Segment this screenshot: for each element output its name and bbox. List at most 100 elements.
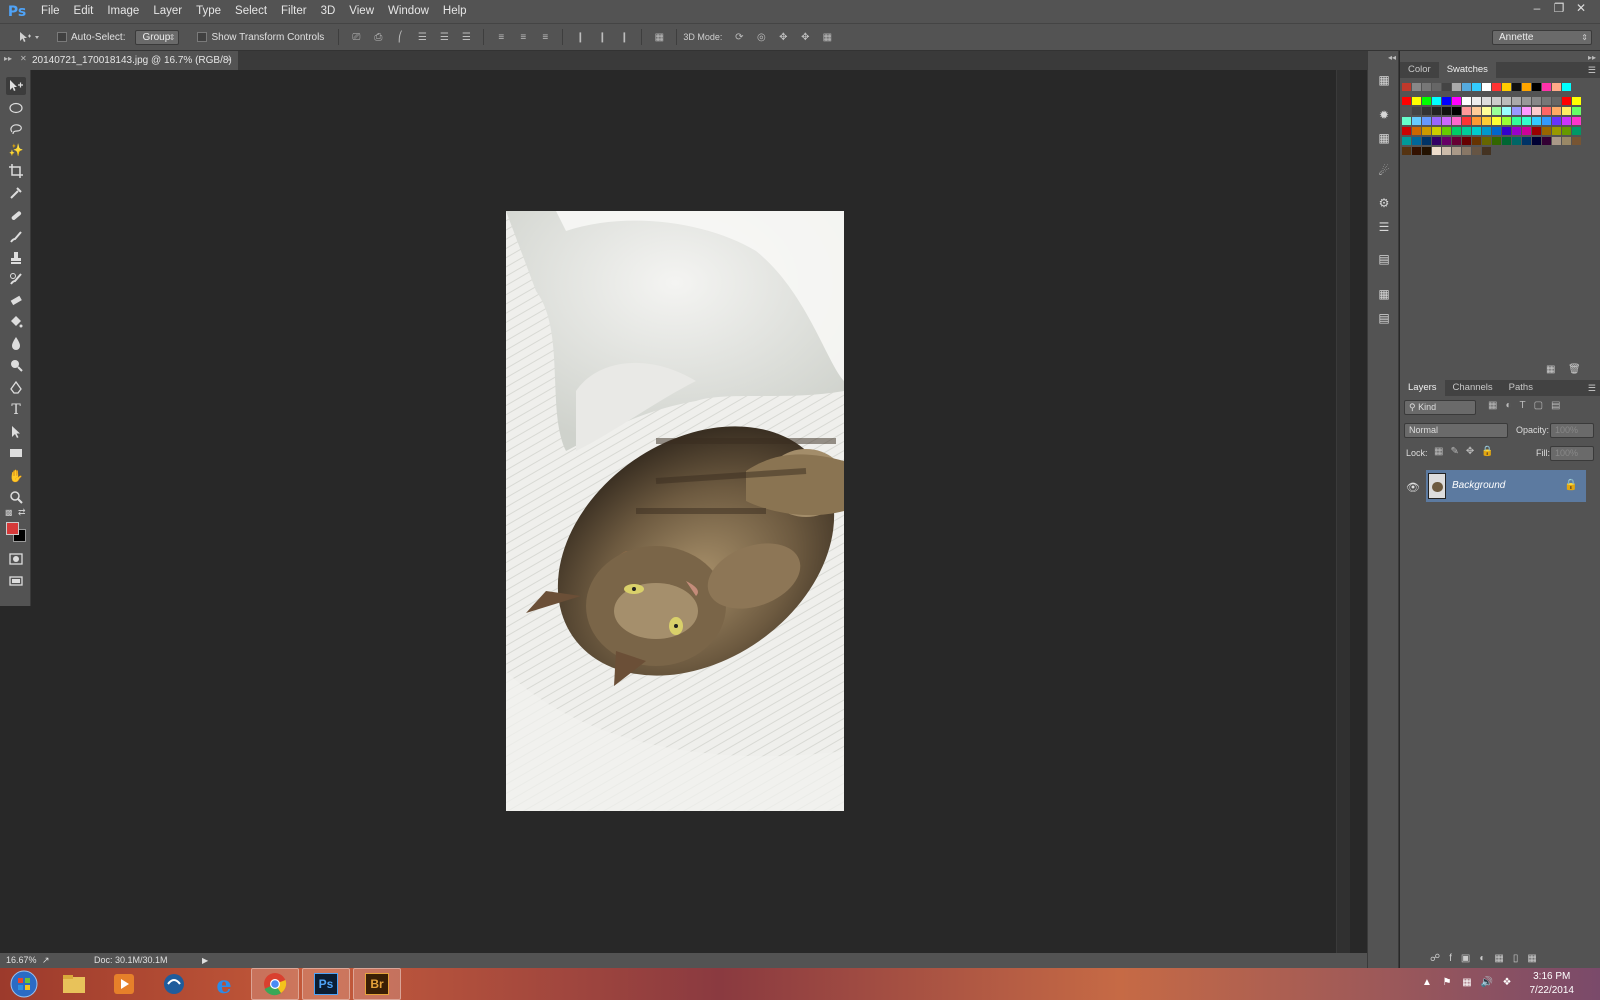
clone-stamp-tool-icon[interactable] [6, 249, 26, 267]
color-swatch[interactable] [1572, 127, 1581, 135]
color-swatch[interactable] [1412, 127, 1421, 135]
color-swatch[interactable] [1552, 137, 1561, 145]
path-selection-tool-icon[interactable] [6, 423, 26, 441]
color-swatch[interactable] [1492, 127, 1501, 135]
zoom-level[interactable]: 16.67% [6, 953, 37, 968]
color-swatch[interactable] [1462, 127, 1471, 135]
panel-menu-icon[interactable]: ☰ [1588, 380, 1596, 396]
collapse-dock-icon[interactable]: ◂◂ [1388, 53, 1396, 62]
color-swatch[interactable] [1402, 117, 1411, 125]
color-swatch[interactable] [1442, 107, 1451, 115]
color-swatch[interactable] [1522, 117, 1531, 125]
rectangle-tool-icon[interactable] [6, 444, 26, 462]
color-swatch[interactable] [1442, 97, 1451, 105]
color-swatch[interactable] [1552, 97, 1561, 105]
align-right-icon[interactable]: ☰ [458, 30, 474, 44]
close-document-icon[interactable]: × [226, 51, 232, 70]
color-swatch[interactable] [1532, 117, 1541, 125]
color-swatch[interactable] [1512, 117, 1521, 125]
color-swatch[interactable] [1472, 97, 1481, 105]
foreground-color-swatch[interactable] [6, 522, 19, 535]
color-swatch[interactable] [1542, 83, 1551, 91]
color-swatch[interactable] [1492, 107, 1501, 115]
menu-layer[interactable]: Layer [146, 0, 189, 23]
align-top-icon[interactable]: ⎚ [348, 30, 364, 44]
color-swatch[interactable] [1422, 147, 1431, 155]
color-swatch[interactable] [1432, 117, 1441, 125]
chrome-icon[interactable] [251, 968, 299, 1000]
notes-panel-icon[interactable]: ▤ [1375, 309, 1393, 327]
close-icon[interactable]: ✕ [1570, 0, 1592, 18]
color-swatch[interactable] [1472, 107, 1481, 115]
lasso-tool-icon[interactable] [6, 120, 26, 138]
minimize-icon[interactable]: – [1526, 0, 1548, 18]
pen-tool-icon[interactable] [6, 379, 26, 397]
color-swatch[interactable] [1452, 107, 1461, 115]
3d-slide-icon[interactable]: ✥ [797, 30, 813, 44]
menu-image[interactable]: Image [100, 0, 146, 23]
close-panel-icon[interactable]: ✕ [20, 54, 27, 63]
eyedropper-tool-icon[interactable] [6, 184, 26, 202]
menu-window[interactable]: Window [381, 0, 436, 23]
show-hidden-icons-icon[interactable]: ▲ [1420, 977, 1434, 991]
3d-drag-icon[interactable]: ✥ [775, 30, 791, 44]
color-swatch[interactable] [1422, 127, 1431, 135]
color-swatch[interactable] [1492, 97, 1501, 105]
color-swatch[interactable] [1452, 137, 1461, 145]
layer-filter-dropdown[interactable]: ⚲ Kind [1404, 400, 1476, 415]
screen-mode-icon[interactable] [6, 572, 26, 590]
color-swatch[interactable] [1402, 83, 1411, 91]
color-swatch[interactable] [1492, 117, 1501, 125]
color-swatch[interactable] [1482, 83, 1491, 91]
color-swatch[interactable] [1512, 137, 1521, 145]
layer-filter-icons[interactable]: ▦◐T▢▤ [1488, 400, 1569, 411]
align-bottom-icon[interactable]: ⎛ [392, 30, 408, 44]
history-panel-icon[interactable]: ▦ [1375, 71, 1393, 89]
align-left-icon[interactable]: ☰ [414, 30, 430, 44]
color-swatch[interactable] [1552, 127, 1561, 135]
tab-color[interactable]: Color [1400, 62, 1439, 78]
photoshop-taskbar-icon[interactable]: Ps [302, 968, 350, 1000]
menu-3d[interactable]: 3D [314, 0, 343, 23]
menu-view[interactable]: View [342, 0, 381, 23]
color-swatch[interactable] [1412, 83, 1421, 91]
lock-icons[interactable]: ▦✎✥🔒 [1434, 446, 1501, 457]
crop-tool-icon[interactable] [6, 162, 26, 180]
dodge-tool-icon[interactable] [6, 356, 26, 374]
align-vcenter-icon[interactable]: ⎙ [370, 30, 386, 44]
auto-select-dropdown[interactable]: Group ⇕ [135, 29, 180, 45]
status-menu-arrow-icon[interactable]: ▶ [202, 953, 208, 968]
menu-edit[interactable]: Edit [67, 0, 101, 23]
default-colors-icon[interactable]: ▩ [5, 508, 13, 517]
show-transform-checkbox[interactable] [197, 32, 208, 42]
color-swatch[interactable] [1452, 147, 1461, 155]
paint-bucket-tool-icon[interactable] [6, 313, 26, 331]
fill-input[interactable]: 100% [1550, 446, 1594, 461]
color-swatch[interactable] [1482, 127, 1491, 135]
color-swatch[interactable] [1442, 137, 1451, 145]
new-swatch-icon[interactable]: ▦ [1546, 364, 1555, 375]
distribute-bottom-icon[interactable]: ≡ [537, 30, 553, 44]
tab-paths[interactable]: Paths [1501, 380, 1541, 396]
color-swatch[interactable] [1542, 117, 1551, 125]
color-swatch[interactable] [1562, 97, 1571, 105]
color-swatch[interactable] [1572, 107, 1581, 115]
history-brush-tool-icon[interactable] [6, 270, 26, 288]
volume-icon[interactable]: 🔊 [1480, 977, 1494, 991]
color-swatch[interactable] [1572, 117, 1581, 125]
taskbar-clock[interactable]: 3:16 PM 7/22/2014 [1530, 970, 1575, 998]
tab-layers[interactable]: Layers [1400, 380, 1445, 396]
adjustments-icon[interactable]: ☰ [1375, 218, 1393, 236]
color-swatch[interactable] [1482, 137, 1491, 145]
color-swatch[interactable] [1472, 147, 1481, 155]
export-icon[interactable]: ↗ [42, 953, 50, 968]
color-swatch[interactable] [1472, 137, 1481, 145]
tab-channels[interactable]: Channels [1445, 380, 1501, 396]
blend-mode-dropdown[interactable]: Normal [1404, 423, 1508, 438]
menu-file[interactable]: File [34, 0, 67, 23]
color-swatch[interactable] [1562, 117, 1571, 125]
document-tab[interactable]: 20140721_170018143.jpg @ 16.7% (RGB/8) × [28, 51, 238, 70]
tool-presets-icon[interactable]: ⚙ [1375, 194, 1393, 212]
color-swatch[interactable] [1452, 117, 1461, 125]
color-swatch[interactable] [1502, 127, 1511, 135]
